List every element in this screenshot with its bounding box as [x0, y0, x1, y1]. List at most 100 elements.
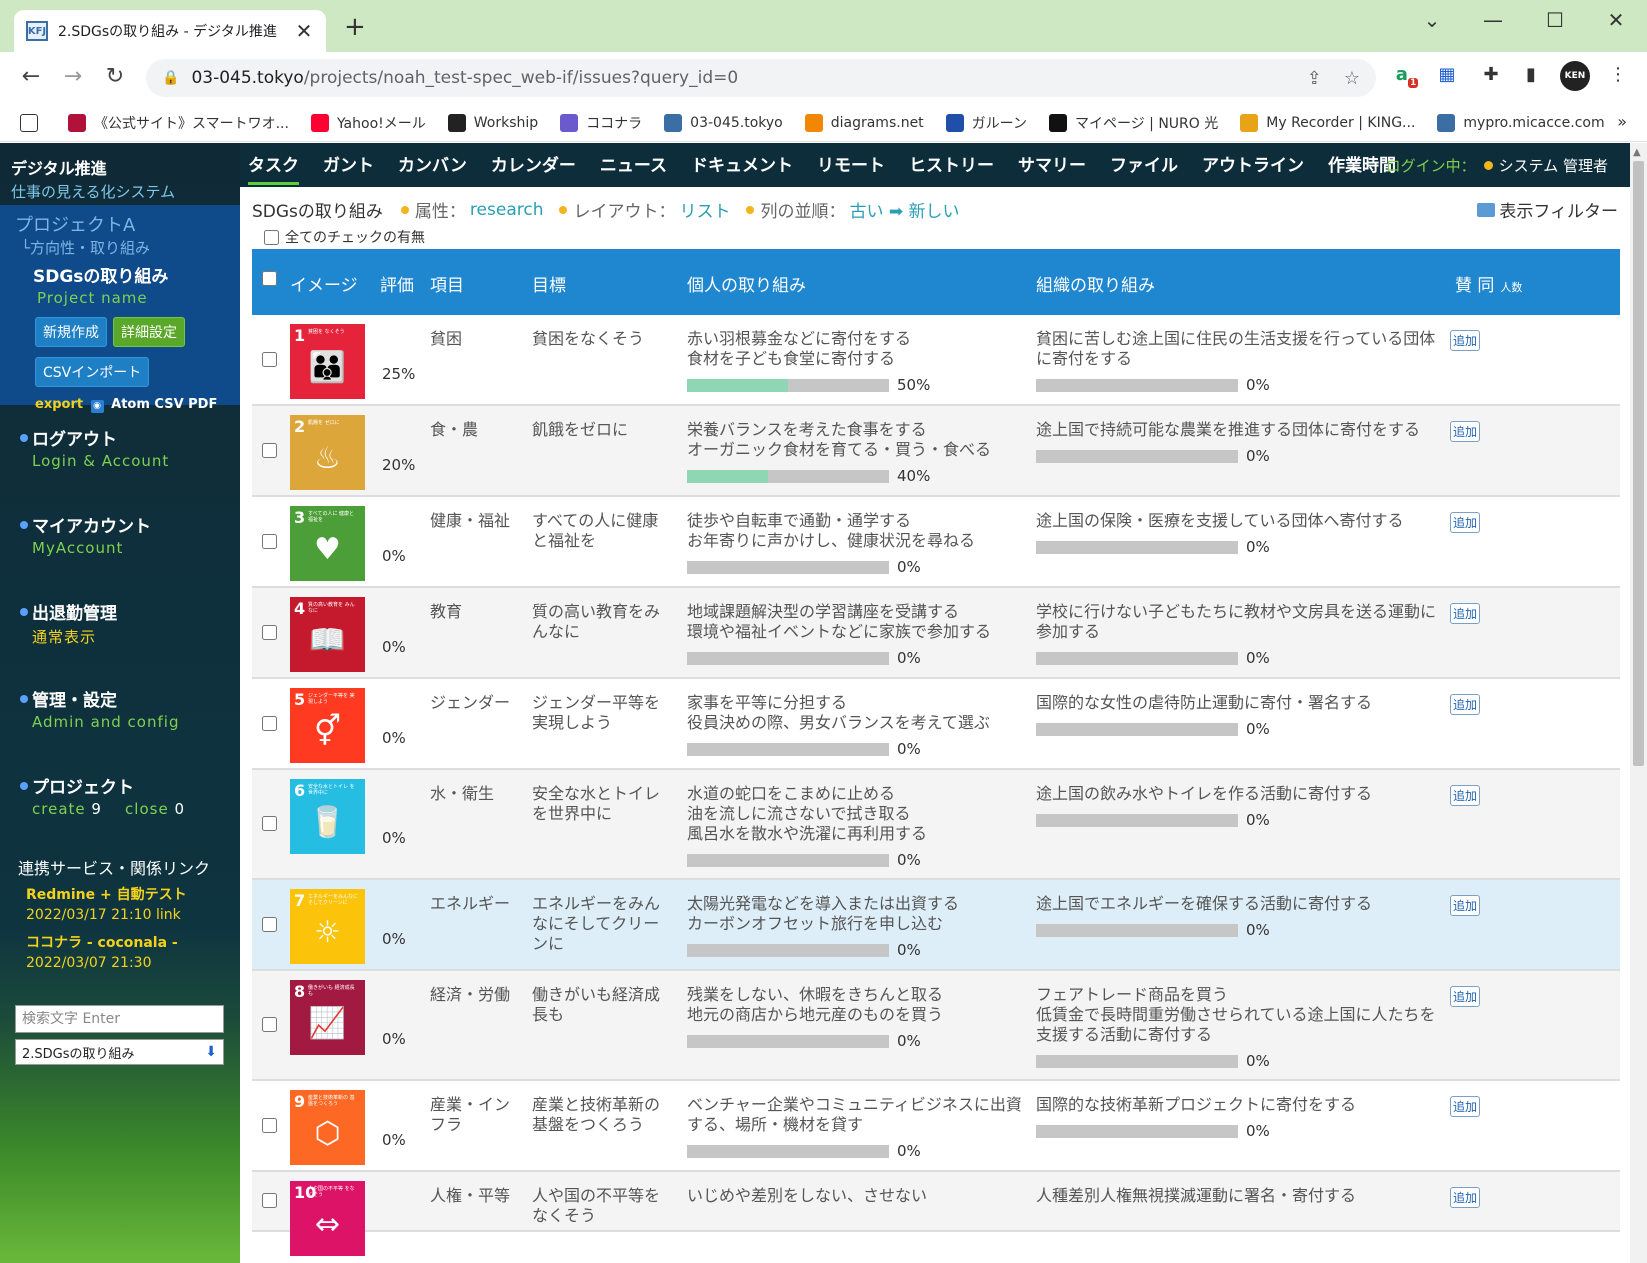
page-scrollbar[interactable]: ▲ [1630, 143, 1647, 1263]
row-checkbox[interactable] [262, 625, 277, 640]
scroll-up-icon[interactable]: ▲ [1633, 147, 1641, 158]
item-cell[interactable]: 教育 [430, 602, 520, 622]
row-checkbox[interactable] [262, 917, 277, 932]
related-link-redmine[interactable]: Redmine + 自動テスト 2022/03/17 21:10 link [18, 885, 238, 925]
scroll-thumb[interactable] [1633, 161, 1644, 766]
add-support-button[interactable]: 追加 [1450, 1187, 1481, 1208]
header-checkbox[interactable] [262, 271, 277, 286]
item-cell[interactable]: 経済・労働 [430, 985, 520, 1005]
sdg-goal-icon[interactable]: 4 質の高い教育を みんなに 📖 [290, 597, 365, 672]
sidebar-item-sub[interactable]: 通常表示 [20, 626, 240, 647]
row-checkbox[interactable] [262, 816, 277, 831]
sdg-goal-icon[interactable]: 8 働きがいも 経済成長も 📈 [290, 980, 365, 1055]
tab-5[interactable]: ドキュメント [691, 145, 793, 185]
login-user[interactable]: システム 管理者 [1499, 155, 1608, 176]
sdg-goal-icon[interactable]: 9 産業と技術革新の 基盤をつくろう ⬡ [290, 1090, 365, 1165]
project-sub-link[interactable]: └方向性・取り組み [15, 237, 240, 258]
add-support-button[interactable]: 追加 [1450, 986, 1481, 1007]
bookmark-item[interactable]: Yahoo!メール [310, 113, 426, 133]
share-icon[interactable]: ⇪ [1307, 68, 1322, 89]
close-label[interactable]: close [125, 800, 169, 818]
order-value-link[interactable]: 古い ➡ 新しい [849, 197, 959, 222]
item-cell[interactable]: 貧困 [430, 329, 520, 349]
check-all-checkbox[interactable] [264, 229, 279, 245]
bookmark-item[interactable]: ココナラ [560, 113, 642, 133]
sdg-goal-icon[interactable]: 7 エネルギーをみんなに そしてクリーンに ☼ [290, 889, 365, 964]
tab-8[interactable]: サマリー [1018, 145, 1086, 185]
extension-a-icon[interactable]: a1 [1392, 64, 1422, 88]
tab-4[interactable]: ニュース [600, 145, 667, 185]
tab-7[interactable]: ヒストリー [909, 145, 994, 185]
header-org[interactable]: 組織の取り組み [1036, 271, 1155, 296]
minimize-icon[interactable]: — [1473, 8, 1513, 32]
add-support-button[interactable]: 追加 [1450, 330, 1481, 351]
row-checkbox[interactable] [262, 1193, 277, 1208]
row-checkbox[interactable] [262, 716, 277, 731]
add-support-button[interactable]: 追加 [1450, 603, 1481, 624]
extensions-puzzle-icon[interactable]: ✚ [1476, 64, 1506, 85]
add-support-button[interactable]: 追加 [1450, 895, 1481, 916]
rss-icon[interactable]: ◉ [90, 400, 104, 413]
related-link-coconala[interactable]: ココナラ - coconala - 2022/03/07 21:30 [18, 933, 238, 973]
display-filter-button[interactable]: 表示フィルター [1477, 197, 1618, 222]
sidebar-item-3[interactable]: 管理・設定 Admin and config [0, 686, 240, 773]
lock-icon[interactable]: 🔒 [162, 70, 179, 86]
header-individual[interactable]: 個人の取り組み [687, 271, 806, 296]
sidebar-item-1[interactable]: マイアカウント MyAccount [0, 512, 240, 599]
project-select[interactable]: 2.SDGsの取り組み ⬇ [15, 1039, 224, 1065]
detail-settings-button[interactable]: 詳細設定 [113, 317, 185, 347]
address-url[interactable]: 03-045.tokyo/projects/noah_test-spec_web… [191, 68, 1284, 88]
sdg-goal-icon[interactable]: 3 すべての人に 健康と福祉を ♥ [290, 506, 365, 581]
tab-6[interactable]: リモート [817, 145, 885, 185]
search-input[interactable] [15, 1005, 224, 1033]
tab-1[interactable]: ガント [323, 145, 374, 185]
row-checkbox[interactable] [262, 443, 277, 458]
bookmark-item[interactable]: My Recorder | KING... [1240, 113, 1415, 132]
forward-arrow-icon[interactable]: → [58, 64, 88, 89]
project-name-link[interactable]: プロジェクトA [15, 211, 240, 237]
bookmark-item[interactable]: Workship [447, 113, 538, 132]
item-cell[interactable]: 健康・福祉 [430, 511, 520, 531]
header-image[interactable]: イメージ [290, 271, 358, 296]
header-item[interactable]: 項目 [430, 271, 464, 296]
check-all-toggle[interactable]: 全てのチェックの有無 [264, 227, 425, 247]
new-tab-icon[interactable]: + [344, 14, 366, 40]
create-label[interactable]: create [32, 800, 86, 818]
current-project[interactable]: SDGsの取り組み [15, 262, 240, 287]
tab-3[interactable]: カレンダー [491, 145, 576, 185]
reload-icon[interactable]: ↻ [100, 64, 130, 89]
add-support-button[interactable]: 追加 [1450, 785, 1481, 806]
sdg-goal-icon[interactable]: 5 ジェンダー平等を 実現しよう ⚥ [290, 688, 365, 763]
row-checkbox[interactable] [262, 1017, 277, 1032]
tab-close-icon[interactable]: ✕ [294, 19, 314, 43]
item-cell[interactable]: 食・農 [430, 420, 520, 440]
row-checkbox[interactable] [262, 1118, 277, 1133]
sdg-goal-icon[interactable]: 1 貧困を なくそう 👪 [290, 324, 365, 399]
add-support-button[interactable]: 追加 [1450, 512, 1481, 533]
bookmark-item[interactable] [20, 113, 46, 132]
header-rate[interactable]: 評価 [380, 271, 414, 296]
export-format-links[interactable]: Atom CSV PDF [111, 397, 217, 412]
header-goal[interactable]: 目標 [532, 271, 566, 296]
sidebar-item-project[interactable]: プロジェクト create 9 close 0 [0, 773, 240, 860]
tab-2[interactable]: カンバン [398, 145, 467, 185]
item-cell[interactable]: 水・衛生 [430, 784, 520, 804]
browser-menu-icon[interactable]: ⋮ [1603, 64, 1633, 85]
sdg-goal-icon[interactable]: 6 安全な水とトイレ を世界中に 🥛 [290, 779, 365, 854]
item-cell[interactable]: 人権・平等 [430, 1186, 520, 1206]
header-support[interactable]: 賛 同人数 [1455, 271, 1522, 296]
browser-tab[interactable]: KFJ 2.SDGsの取り組み - デジタル推進 ✕ [14, 10, 326, 52]
new-issue-button[interactable]: 新規作成 [35, 317, 107, 347]
bookmarks-more-icon[interactable]: » [1617, 112, 1627, 131]
brand-title[interactable]: デジタル推進 [11, 155, 240, 179]
bookmark-item[interactable]: ガルーン [945, 113, 1027, 133]
add-support-button[interactable]: 追加 [1450, 694, 1481, 715]
row-checkbox[interactable] [262, 534, 277, 549]
attr-value-link[interactable]: research [470, 200, 544, 220]
maximize-icon[interactable]: ☐ [1535, 8, 1575, 32]
bookmark-item[interactable]: 《公式サイト》スマートワオ... [68, 113, 289, 133]
sidebar-item-sub[interactable]: Login & Account [20, 452, 240, 470]
extension-calendar-icon[interactable]: ▦ [1432, 64, 1462, 85]
item-cell[interactable]: 産業・インフラ [430, 1095, 520, 1135]
window-close-icon[interactable]: ✕ [1596, 8, 1636, 32]
